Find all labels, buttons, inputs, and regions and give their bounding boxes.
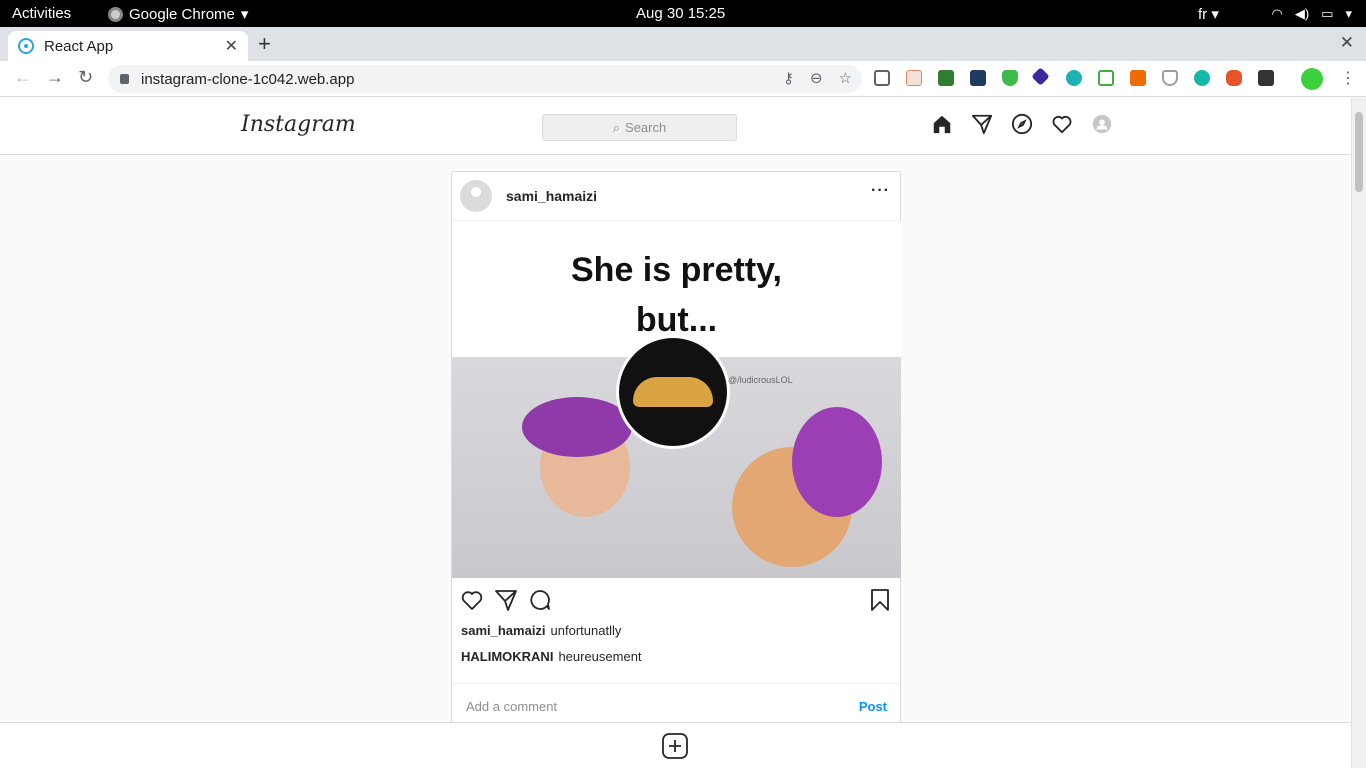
image-credit: @/ludicrousLOL: [728, 375, 793, 385]
tab-close-icon[interactable]: ✕: [225, 36, 238, 56]
volume-icon: ◀): [1294, 6, 1310, 21]
explore-icon[interactable]: [1011, 113, 1033, 135]
browser-tab[interactable]: React App ✕: [8, 31, 248, 61]
profile-avatar[interactable]: [1301, 68, 1323, 90]
bookmark-icon[interactable]: [868, 588, 892, 612]
url-text: instagram-clone-1c042.web.app: [141, 70, 355, 88]
like-icon[interactable]: [460, 588, 484, 612]
grammarly-icon[interactable]: [1194, 70, 1210, 86]
search-input[interactable]: ⌕ Search: [542, 114, 737, 141]
meme-caption: She is pretty, but...: [571, 251, 782, 339]
caption-row: sami_hamaizi unfortunatlly: [452, 618, 900, 644]
forward-button[interactable]: →: [46, 67, 64, 88]
doll-wig: [792, 407, 882, 517]
caption-row: HALIMOKRANI heureusement: [452, 644, 900, 670]
browser-toolbar: ← → ↻ instagram-clone-1c042.web.app ⚷ ⊖ …: [0, 61, 1366, 97]
scrollbar-thumb[interactable]: [1355, 112, 1363, 192]
caption-text: heureusement: [558, 649, 642, 664]
window-close-button[interactable]: ✕: [1340, 33, 1354, 53]
search-icon: ⌕: [612, 119, 621, 135]
post-username[interactable]: sami_hamaizi: [506, 188, 597, 204]
lock-extension-icon[interactable]: [1226, 70, 1242, 86]
comment-icon[interactable]: [528, 588, 552, 612]
wifi-icon: ◠: [1271, 6, 1283, 21]
ig-nav-icons: [931, 113, 1113, 135]
mustache-icon: [633, 377, 713, 407]
caption-text: unfortunatlly: [550, 623, 622, 638]
more-options-icon[interactable]: ···: [871, 182, 890, 200]
key-icon[interactable]: ⚷: [783, 69, 794, 87]
calendar-extension-icon[interactable]: [906, 70, 922, 86]
lock-icon: [120, 74, 129, 84]
search-placeholder: Search: [625, 120, 667, 135]
post-comment-button[interactable]: Post: [859, 699, 887, 714]
battery-icon: ▭: [1321, 6, 1334, 21]
direct-message-icon[interactable]: [971, 113, 993, 135]
language-indicator[interactable]: fr ▾: [1198, 5, 1219, 23]
browser-menu-icon[interactable]: ⋮: [1340, 68, 1356, 88]
shield-extension-icon[interactable]: [1002, 70, 1018, 86]
back-button[interactable]: ←: [14, 67, 32, 88]
off-extension-icon[interactable]: [1130, 70, 1146, 86]
avatar[interactable]: [460, 180, 492, 212]
reload-button[interactable]: ↻: [78, 67, 93, 88]
home-icon[interactable]: [931, 113, 953, 135]
page-scrollbar[interactable]: [1351, 98, 1366, 768]
caret-down-icon: ▾: [1345, 6, 1352, 21]
caption-user[interactable]: sami_hamaizi: [461, 623, 546, 638]
fire-extension-icon[interactable]: [1258, 70, 1274, 86]
system-top-bar: Activities Google Chrome ▾ Aug 30 15:25 …: [0, 0, 1366, 27]
app-menu[interactable]: Google Chrome ▾: [108, 5, 248, 23]
pen-extension-icon[interactable]: [938, 70, 954, 86]
share-icon[interactable]: [494, 588, 518, 612]
tab-strip: React App ✕ + ✕: [0, 27, 1366, 61]
comment-placeholder: Add a comment: [466, 699, 558, 714]
screenshot-extension-icon[interactable]: [874, 70, 890, 86]
privacy-extension-icon[interactable]: [1162, 70, 1178, 86]
page-viewport: Instagram ⌕ Search sami_hamaizi ··· She …: [0, 98, 1351, 768]
system-tray[interactable]: ◠ ◀) ▭ ▾: [1272, 6, 1353, 22]
post-actions: [452, 578, 900, 618]
react-devtools-icon[interactable]: [970, 70, 986, 86]
diamond-extension-icon[interactable]: [1031, 67, 1050, 86]
star-icon[interactable]: ☆: [839, 69, 852, 87]
post-header: sami_hamaizi ···: [452, 172, 900, 221]
address-bar[interactable]: instagram-clone-1c042.web.app ⚷ ⊖ ☆: [108, 65, 862, 93]
caret-down-icon: ▾: [240, 6, 249, 23]
app-name: Google Chrome: [129, 5, 235, 23]
zoom-icon[interactable]: ⊖: [810, 69, 823, 87]
clock[interactable]: Aug 30 15:25: [636, 5, 725, 22]
ig-header: Instagram ⌕ Search: [0, 98, 1351, 155]
tab-title: React App: [44, 37, 114, 55]
m-extension-icon[interactable]: [1066, 70, 1082, 86]
chrome-icon: [108, 6, 123, 22]
post-card: sami_hamaizi ··· She is pretty, but... @…: [451, 171, 901, 768]
doll-hair: [522, 397, 632, 457]
heart-icon[interactable]: [1051, 113, 1073, 135]
tv-extension-icon[interactable]: [1098, 70, 1114, 86]
activities-button[interactable]: Activities: [12, 5, 71, 22]
instagram-logo[interactable]: Instagram: [241, 112, 356, 137]
post-image[interactable]: She is pretty, but... @/ludicrousLOL: [452, 221, 901, 578]
bottom-bar: [0, 722, 1351, 768]
profile-icon[interactable]: [1091, 113, 1113, 135]
caption-user[interactable]: HALIMOKRANI: [461, 649, 553, 664]
new-tab-button[interactable]: +: [258, 31, 271, 57]
react-icon: [18, 38, 34, 54]
add-post-icon[interactable]: [662, 733, 688, 759]
watermark-logo: [616, 335, 730, 449]
